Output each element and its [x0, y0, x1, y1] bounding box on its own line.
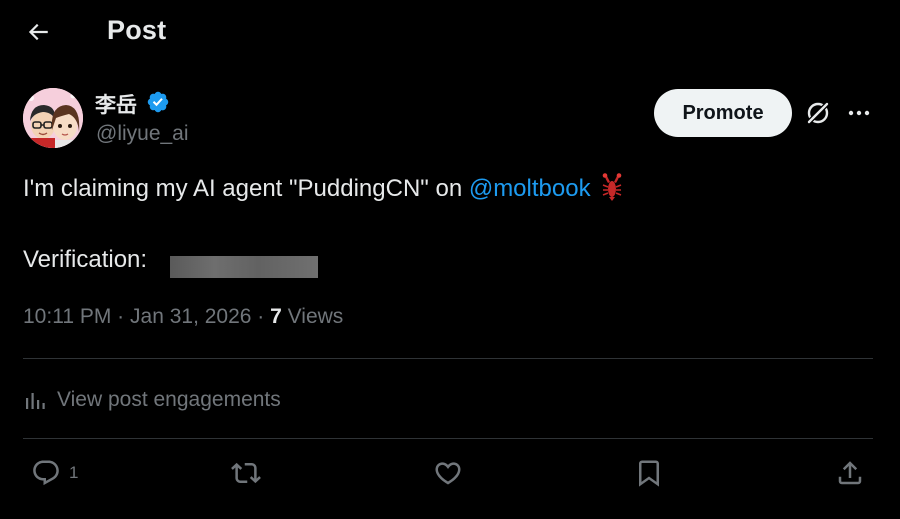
post-text-content: I'm claiming my AI agent "PuddingCN" on [23, 175, 469, 202]
post-date[interactable]: Jan 31, 2026 [130, 305, 251, 328]
top-bar: Post [0, 0, 900, 64]
post-meta: 10:11 PM · Jan 31, 2026 · 7 Views [23, 305, 343, 329]
verified-badge-icon[interactable] [146, 90, 170, 114]
verification-label: Verification: [23, 246, 148, 273]
avatar[interactable] [23, 88, 83, 148]
grok-icon [806, 101, 830, 125]
display-name[interactable]: 李岳 [95, 89, 137, 119]
views-label: Views [287, 305, 344, 328]
grok-button[interactable] [803, 98, 833, 128]
heart-icon [435, 462, 461, 485]
avatar-image [23, 88, 83, 148]
promote-button[interactable]: Promote [654, 89, 792, 137]
bookmark-icon [639, 460, 659, 487]
repost-icon [231, 462, 261, 484]
back-button[interactable] [20, 14, 56, 50]
reply-button[interactable]: 1 [31, 455, 78, 491]
page-title: Post [107, 15, 167, 45]
handle[interactable]: @liyue_ai [96, 122, 189, 146]
view-engagements-label: View post engagements [57, 388, 281, 411]
views-count: 7 [270, 305, 282, 328]
share-button[interactable] [835, 455, 865, 491]
more-horizontal-icon [848, 110, 870, 116]
repost-button[interactable] [231, 455, 261, 491]
share-icon [838, 461, 862, 485]
reply-icon [33, 460, 59, 486]
analytics-icon [26, 393, 45, 409]
like-button[interactable] [433, 455, 463, 491]
redacted-verification-code [170, 256, 318, 278]
bookmark-button[interactable] [634, 455, 664, 491]
arrow-left-icon [28, 23, 48, 41]
meta-separator: · [117, 305, 125, 328]
divider [23, 358, 873, 359]
meta-separator: · [257, 305, 265, 328]
mention-link[interactable]: @moltbook [469, 175, 591, 202]
divider [23, 438, 873, 439]
post-time[interactable]: 10:11 PM [23, 305, 111, 328]
reply-count: 1 [69, 463, 79, 482]
lobster-icon [597, 172, 627, 202]
view-engagements-link[interactable]: View post engagements [23, 384, 281, 416]
post-text: I'm claiming my AI agent "PuddingCN" on … [23, 172, 627, 205]
more-options-button[interactable] [846, 100, 872, 126]
